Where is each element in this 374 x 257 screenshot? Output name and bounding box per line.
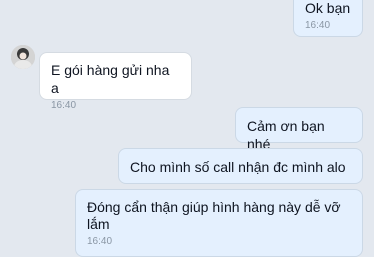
message-bubble-sent[interactable]: Cho mình số call nhận đc mình alo [118,148,363,184]
message-timestamp: 16:40 [305,20,331,31]
message-timestamp: 16:40 [51,100,77,111]
message-text: Cho mình số call nhận đc mình alo [130,159,346,175]
avatar-photo-icon [11,45,35,69]
message-text: Đóng cẩn thận giúp hình hàng này dễ vỡ l… [87,199,341,232]
chat-conversation: Ok bạn 16:40 E gói hàng gửi nha a 16:40 … [0,0,374,257]
message-text: Cảm ơn bạn nhé [247,118,325,152]
message-bubble-sent[interactable]: Ok bạn 16:40 [293,0,363,37]
message-timestamp: 16:40 [87,236,113,247]
message-bubble-received[interactable]: E gói hàng gửi nha a 16:40 [39,52,192,111]
contact-avatar[interactable] [11,45,35,69]
message-text: Ok bạn [305,0,351,16]
message-text: E gói hàng gửi nha a [51,62,170,96]
message-bubble-sent[interactable]: Cảm ơn bạn nhé [235,107,363,152]
message-bubble-sent[interactable]: Đóng cẩn thận giúp hình hàng này dễ vỡ l… [75,189,363,257]
